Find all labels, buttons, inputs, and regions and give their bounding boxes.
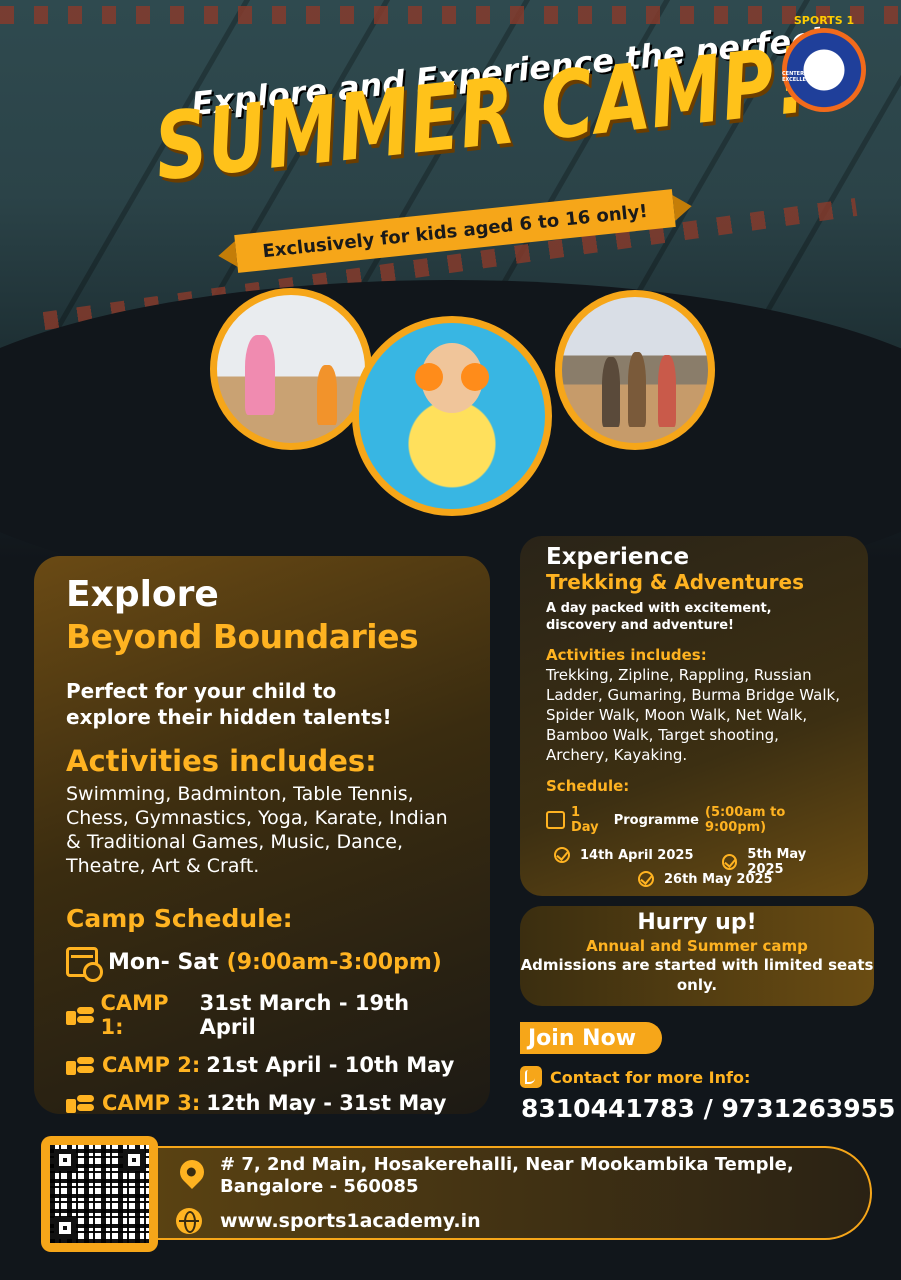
trek-date: 26th May 2025	[638, 871, 773, 887]
programme-days: 1 Day	[571, 805, 599, 835]
pointing-hand-icon	[66, 1005, 94, 1025]
camp-dates: 31st March - 19th April	[199, 991, 410, 1039]
orange-slice	[415, 363, 443, 391]
address-row: # 7, 2nd Main, Hosakerehalli, Near Mooka…	[175, 1154, 850, 1198]
photo-figure	[658, 355, 676, 427]
qr-finder	[54, 1149, 76, 1171]
schedule-days: Mon- Sat	[108, 949, 219, 975]
calendar-clock-icon	[66, 947, 103, 982]
swimming-photo	[352, 316, 552, 516]
trekking-activities-list: Trekking, Zipline, Rappling, Russian Lad…	[546, 666, 840, 764]
camp-label: CAMP 1:	[100, 991, 169, 1039]
hurry-card: Hurry up! Annual and Summer camp Admissi…	[520, 906, 874, 1006]
activities-heading: Activities includes:	[66, 744, 377, 778]
trekking-intro: A day packed with excitement, discovery …	[546, 601, 772, 633]
photo-figure	[628, 352, 646, 427]
check-circle-icon	[554, 847, 570, 863]
logo-subtext: CENTER FOR SPORTS EXCELLENCE	[782, 70, 842, 83]
photo-figure	[602, 357, 620, 427]
sports1-logo: SPORTS 1 CENTER FOR SPORTS EXCELLENCE	[782, 14, 866, 112]
qr-finder	[123, 1149, 145, 1171]
globe-icon	[176, 1208, 202, 1234]
check-circle-icon	[638, 871, 654, 887]
trekking-activities-heading: Activities includes:	[546, 646, 707, 664]
camp-schedule-heading: Camp Schedule:	[66, 904, 293, 933]
camp-row: CAMP 1: 31st March - 19th April	[66, 991, 458, 1039]
trekking-card: Experience Trekking & Adventures A day p…	[520, 536, 868, 896]
camp-label: CAMP 2:	[102, 1053, 201, 1077]
explore-intro: Perfect for your child to explore their …	[66, 679, 392, 729]
trek-date-text: 14th April 2025	[580, 847, 694, 863]
camp-row: CAMP 3: 12th May - 31st May	[66, 1091, 458, 1115]
trekking-subtitle: Trekking & Adventures	[546, 570, 805, 594]
hurry-subheading: Annual and Summer camp	[586, 937, 808, 955]
hurry-heading: Hurry up!	[637, 910, 757, 935]
camp-label: CAMP 3:	[102, 1091, 201, 1115]
join-now-button[interactable]: Join Now	[520, 1022, 662, 1054]
qr-finder	[54, 1217, 76, 1239]
address-text: # 7, 2nd Main, Hosakerehalli, Near Mooka…	[220, 1154, 794, 1197]
programme-row: 1 Day Programme (5:00am to 9:00pm)	[546, 805, 842, 835]
programme-hours: (5:00am to 9:00pm)	[705, 805, 786, 835]
camp-dates: 21st April - 10th May	[206, 1053, 455, 1077]
activities-list: Swimming, Badminton, Table Tennis, Chess…	[66, 783, 448, 877]
pointing-hand-icon	[66, 1055, 94, 1075]
calendar-icon	[546, 811, 566, 829]
schedule-row: Mon- Sat (9:00am-3:00pm)	[66, 947, 458, 982]
website-row: www.sports1academy.in	[176, 1208, 481, 1234]
camp-dates: 12th May - 31st May	[206, 1091, 447, 1115]
photo-figure	[317, 365, 337, 425]
orange-slice	[461, 363, 489, 391]
contact-info-label: Contact for more Info:	[550, 1067, 751, 1087]
photo-figure	[245, 335, 275, 415]
explore-subtitle: Beyond Boundaries	[66, 617, 419, 656]
trekking-title: Experience	[546, 544, 690, 570]
hurry-text: Admissions are started with limited seat…	[520, 956, 874, 994]
trek-date: 14th April 2025	[554, 847, 693, 863]
trek-date-text: 26th May 2025	[664, 871, 773, 887]
pointing-hand-icon	[66, 1093, 94, 1113]
pennant-flags	[0, 6, 901, 24]
logo-text: SPORTS 1	[793, 13, 855, 27]
website-link[interactable]: www.sports1academy.in	[220, 1210, 481, 1232]
trek-dates: 14th April 2025 5th May 2025 26th May 20…	[546, 843, 842, 899]
location-pin-icon	[175, 1155, 209, 1189]
qr-code-icon	[50, 1145, 149, 1243]
schedule-hours: (9:00am-3:00pm)	[226, 949, 442, 975]
camp-row: CAMP 2: 21st April - 10th May	[66, 1053, 458, 1077]
explore-title: Explore	[66, 574, 219, 615]
trekking-schedule-heading: Schedule:	[546, 777, 630, 795]
phone-icon	[520, 1066, 542, 1088]
phone-numbers[interactable]: 8310441783 / 9731263955	[521, 1094, 895, 1123]
qr-code-frame[interactable]	[41, 1136, 158, 1252]
badminton-photo	[210, 288, 372, 450]
programme-word: Programme	[613, 812, 699, 828]
trekking-photo	[555, 290, 715, 450]
contact-info-row: Contact for more Info:	[520, 1066, 750, 1088]
explore-card: Explore Beyond Boundaries Perfect for yo…	[34, 556, 490, 1115]
check-circle-icon	[722, 854, 738, 870]
